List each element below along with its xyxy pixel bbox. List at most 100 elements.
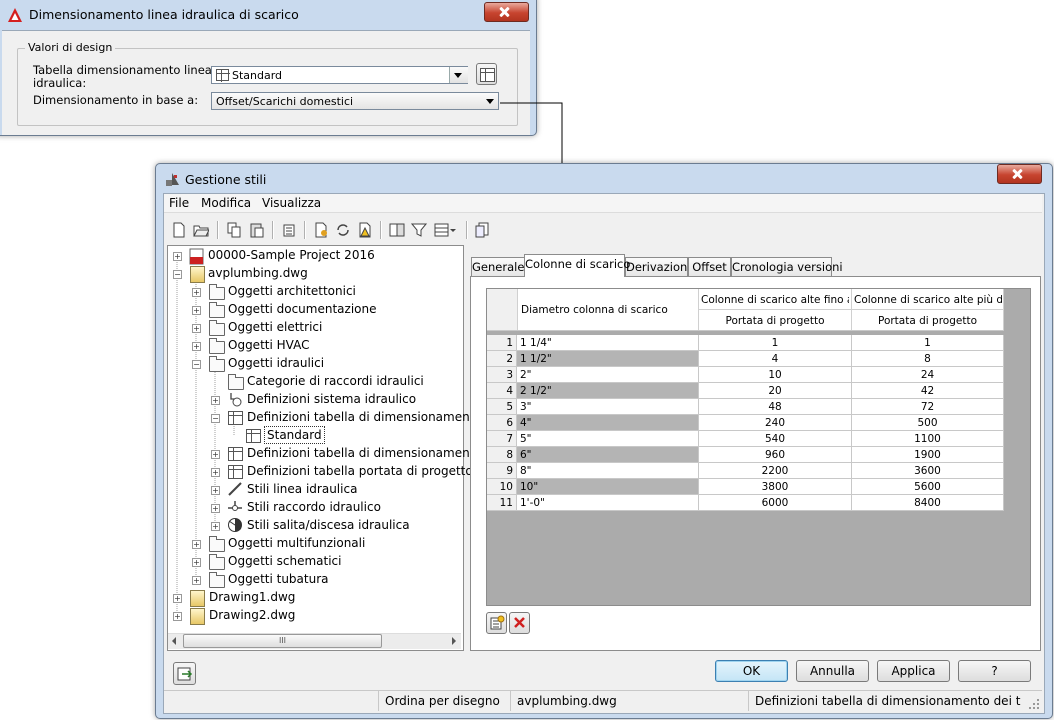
tree-item-plumbing[interactable]: Oggetti idraulici: [228, 354, 324, 372]
edit-style-icon[interactable]: [313, 222, 329, 238]
diameter-cell[interactable]: 5": [517, 431, 699, 447]
tab-branches[interactable]: Derivazioni: [625, 257, 690, 276]
tree-expander[interactable]: +: [211, 486, 220, 495]
tree-item-flow-tables[interactable]: Definizioni tabella portata di progetto: [247, 462, 473, 480]
toggle-view-icon[interactable]: [389, 222, 405, 238]
flow-high-cell[interactable]: 42: [852, 383, 1004, 399]
tab-offset[interactable]: Offset: [688, 257, 731, 276]
diameter-cell[interactable]: 2": [517, 367, 699, 383]
tree-item-drawing1[interactable]: Drawing1.dwg: [209, 588, 295, 606]
flow-high-cell[interactable]: 500: [852, 415, 1004, 431]
flow-low-cell[interactable]: 960: [699, 447, 852, 463]
filter-icon[interactable]: [411, 222, 427, 238]
scroll-right-arrow-icon[interactable]: [452, 637, 456, 645]
tree-expander[interactable]: +: [173, 612, 182, 621]
flow-low-cell[interactable]: 540: [699, 431, 852, 447]
flow-high-cell[interactable]: 3600: [852, 463, 1004, 479]
flow-low-cell[interactable]: 20: [699, 383, 852, 399]
apply-button[interactable]: Applica: [877, 660, 950, 682]
flow-high-cell[interactable]: 1900: [852, 447, 1004, 463]
tree-expander[interactable]: +: [173, 594, 182, 603]
tree-expander[interactable]: +: [192, 540, 201, 549]
tree-item-electrical[interactable]: Oggetti elettrici: [228, 318, 322, 336]
tree-item-hvac[interactable]: Oggetti HVAC: [228, 336, 309, 354]
tree-expander[interactable]: +: [211, 468, 220, 477]
tree-item-fitting-categories[interactable]: Categorie di raccordi idraulici: [247, 372, 424, 390]
view-options-icon[interactable]: [434, 222, 456, 238]
tree-item-plumbing-systems[interactable]: Definizioni sistema idraulico: [247, 390, 416, 408]
tab-general[interactable]: Generale: [471, 257, 525, 276]
menu-file[interactable]: File: [169, 196, 189, 210]
new-file-icon[interactable]: [171, 222, 187, 238]
flow-low-cell[interactable]: 2200: [699, 463, 852, 479]
copy-icon[interactable]: [226, 222, 242, 238]
tree-item-piping[interactable]: Oggetti tubatura: [228, 570, 329, 588]
tree-expander[interactable]: +: [211, 450, 220, 459]
tree-expander[interactable]: +: [192, 306, 201, 315]
flow-low-cell[interactable]: 10: [699, 367, 852, 383]
scroll-thumb[interactable]: III: [183, 634, 382, 648]
tree-expander[interactable]: +: [192, 558, 201, 567]
tree-expander[interactable]: +: [211, 396, 220, 405]
flow-high-cell[interactable]: 72: [852, 399, 1004, 415]
flow-low-cell[interactable]: 3800: [699, 479, 852, 495]
diameter-cell[interactable]: 10": [517, 479, 699, 495]
style-manager-close-button[interactable]: [997, 164, 1042, 184]
flow-high-cell[interactable]: 24: [852, 367, 1004, 383]
tree-expander[interactable]: +: [211, 504, 220, 513]
new-style-icon[interactable]: [475, 222, 491, 238]
tree-item-line-styles[interactable]: Stili linea idraulica: [247, 480, 357, 498]
menu-view[interactable]: Visualizza: [262, 196, 321, 210]
tree-expander[interactable]: +: [211, 522, 220, 531]
scroll-left-arrow-icon[interactable]: [172, 637, 176, 645]
flow-low-cell[interactable]: 240: [699, 415, 852, 431]
warning-style-icon[interactable]: [357, 222, 373, 238]
flow-high-cell[interactable]: 1: [852, 335, 1004, 351]
open-folder-icon[interactable]: [193, 222, 209, 238]
resize-grip-icon[interactable]: [1028, 698, 1040, 710]
flow-high-cell[interactable]: 8400: [852, 495, 1004, 511]
menu-edit[interactable]: Modifica: [201, 196, 251, 210]
purge-icon[interactable]: [281, 222, 297, 238]
tree-item-documentation[interactable]: Oggetti documentazione: [228, 300, 376, 318]
flow-low-cell[interactable]: 4: [699, 351, 852, 367]
flow-low-cell[interactable]: 1: [699, 335, 852, 351]
flow-low-cell[interactable]: 6000: [699, 495, 852, 511]
tree-expander[interactable]: +: [173, 252, 182, 261]
flow-high-cell[interactable]: 8: [852, 351, 1004, 367]
diameter-cell[interactable]: 4": [517, 415, 699, 431]
tree-item-multipurpose[interactable]: Oggetti multifunzionali: [228, 534, 365, 552]
tree-expander[interactable]: +: [192, 324, 201, 333]
tree-expander[interactable]: −: [192, 360, 201, 369]
diameter-cell[interactable]: 1'-0": [517, 495, 699, 511]
help-button[interactable]: ?: [958, 660, 1031, 682]
cancel-button[interactable]: Annulla: [796, 660, 869, 682]
tree-item-fitting-styles[interactable]: Stili raccordo idraulico: [247, 498, 381, 516]
flow-high-cell[interactable]: 1100: [852, 431, 1004, 447]
tree-item-project[interactable]: 00000-Sample Project 2016: [208, 246, 375, 264]
tree-expander[interactable]: +: [192, 288, 201, 297]
ok-button[interactable]: OK: [715, 660, 788, 682]
paste-icon[interactable]: [249, 222, 265, 238]
tab-version-history[interactable]: Cronologia versioni: [731, 257, 843, 276]
diameter-cell[interactable]: 2 1/2": [517, 383, 699, 399]
tree-expander[interactable]: +: [192, 342, 201, 351]
tree-item-standard[interactable]: Standard: [264, 426, 325, 444]
diameter-cell[interactable]: 1 1/4": [517, 335, 699, 351]
flow-low-cell[interactable]: 48: [699, 399, 852, 415]
tree-item-avplumbing[interactable]: avplumbing.dwg: [208, 264, 308, 282]
diameter-cell[interactable]: 8": [517, 463, 699, 479]
tree-expander[interactable]: −: [211, 414, 220, 423]
tree-item-sizing-tables[interactable]: Definizioni tabella di dimensionamento: [247, 408, 482, 426]
tree-expander[interactable]: −: [173, 270, 182, 279]
tree-item-rise-drop-styles[interactable]: Stili salita/discesa idraulica: [247, 516, 410, 534]
diameter-cell[interactable]: 3": [517, 399, 699, 415]
tree-item-sizing-tables-2[interactable]: Definizioni tabella di dimensionamento: [247, 444, 482, 462]
tab-stack-columns[interactable]: Colonne di scarico: [524, 254, 630, 277]
tree-item-schematic[interactable]: Oggetti schematici: [228, 552, 341, 570]
diameter-cell[interactable]: 1 1/2": [517, 351, 699, 367]
diameter-cell[interactable]: 6": [517, 447, 699, 463]
flow-high-cell[interactable]: 5600: [852, 479, 1004, 495]
tree-item-architectural[interactable]: Oggetti architettonici: [228, 282, 356, 300]
sync-icon[interactable]: [335, 222, 351, 238]
